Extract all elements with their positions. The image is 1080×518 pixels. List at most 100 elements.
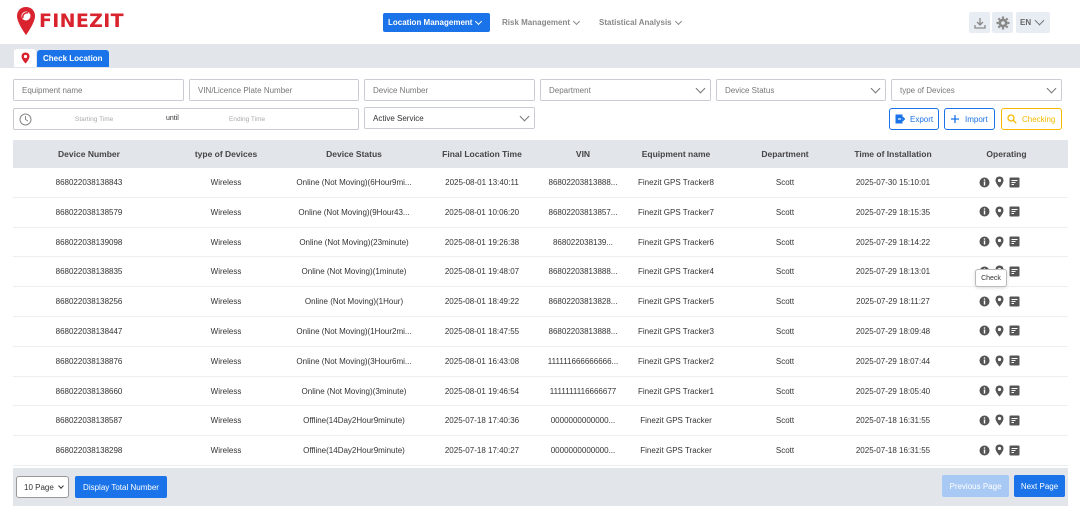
start-time-input[interactable]: Starting Time <box>75 116 113 123</box>
cell-installation-time: 2025-07-29 18:09:48 <box>855 326 931 336</box>
language-select[interactable]: EN <box>1016 12 1050 33</box>
cell-vin: 868022038139... <box>552 237 614 247</box>
cell-device-type: Wireless <box>210 207 242 217</box>
track-icon[interactable] <box>1009 355 1020 366</box>
table-row: 868022038138447 Wireless Online (Not Movin… <box>13 317 1068 347</box>
track-icon[interactable] <box>1009 445 1020 456</box>
nav-risk-management[interactable]: Risk Management <box>502 13 581 32</box>
info-icon[interactable] <box>979 445 990 456</box>
location-pin-icon[interactable] <box>995 385 1004 397</box>
cell-installation-time: 2025-07-18 16:31:55 <box>855 416 931 426</box>
location-pin-icon[interactable] <box>995 325 1004 337</box>
checking-button[interactable]: Checking <box>1001 108 1062 130</box>
page-size-select[interactable]: 10 Page <box>16 476 69 498</box>
table-row: 868022038138843 Wireless Online (Not Movin… <box>13 168 1068 198</box>
cell-device-type: Wireless <box>210 326 242 336</box>
column-header-vin[interactable]: VIN <box>543 140 623 168</box>
device-type-select[interactable]: type of Devices <box>891 79 1062 101</box>
cell-device-number: 868022038138876 <box>55 356 123 366</box>
column-header-installation-time[interactable]: Time of Installation <box>841 140 945 168</box>
cell-equipment-name: Finezit GPS Tracker8 <box>637 178 715 187</box>
info-icon[interactable] <box>979 296 990 307</box>
end-time-input[interactable]: Ending Time <box>229 116 265 123</box>
track-icon[interactable] <box>1009 206 1020 217</box>
cell-final-location-time: 2025-07-18 17:40:27 <box>444 446 520 456</box>
info-icon[interactable] <box>979 236 990 247</box>
placeholder: type of Devices <box>900 85 955 95</box>
info-icon[interactable] <box>979 206 990 217</box>
nav-statistical-analysis[interactable]: Statistical Analysis <box>599 13 682 32</box>
cell-final-location-time: 2025-08-01 19:48:07 <box>444 267 520 277</box>
location-pin-icon[interactable] <box>995 176 1004 188</box>
row-actions <box>979 444 1020 456</box>
pagination-bar <box>13 468 1068 506</box>
column-header-device-number[interactable]: Device Number <box>13 140 165 168</box>
location-pin-icon[interactable] <box>995 236 1004 248</box>
cell-department: Scott <box>775 446 795 456</box>
device-status-select[interactable]: Device Status <box>716 79 886 101</box>
settings-button[interactable] <box>992 12 1013 33</box>
track-icon[interactable] <box>1009 266 1020 277</box>
track-icon[interactable] <box>1009 385 1020 396</box>
cell-equipment-name: Finezit GPS Tracker <box>640 416 712 426</box>
info-icon[interactable] <box>979 415 990 426</box>
vin-input[interactable]: VIN/Licence Plate Number <box>189 79 359 101</box>
cell-device-type: Wireless <box>210 178 242 187</box>
selected-value: Active Service <box>373 113 424 123</box>
cell-final-location-time: 2025-08-01 16:43:08 <box>444 356 520 366</box>
location-pin-icon[interactable] <box>995 206 1004 218</box>
display-total-button[interactable]: Display Total Number <box>75 476 167 498</box>
info-icon[interactable] <box>979 355 990 366</box>
previous-page-button[interactable]: Previous Page <box>942 475 1009 497</box>
cell-device-status: Offline(14Day2Hour9minute) <box>303 416 405 426</box>
brand-pin-icon <box>17 7 35 35</box>
location-pin-icon[interactable] <box>995 414 1004 426</box>
tab-check-location[interactable]: Check Location <box>37 50 109 67</box>
equipment-name-input[interactable]: Equipment name <box>13 79 184 101</box>
cell-device-status: Online (Not Moving)(3minute) <box>301 386 407 396</box>
range-separator: until <box>166 115 179 122</box>
cell-vin: 111111666666666... <box>547 356 619 366</box>
column-header-equipment-name[interactable]: Equipment name <box>623 140 729 168</box>
location-pin-icon[interactable] <box>995 355 1004 367</box>
column-header-device-status[interactable]: Device Status <box>287 140 421 168</box>
track-icon[interactable] <box>1009 415 1020 426</box>
service-select[interactable]: Active Service <box>364 107 535 129</box>
chevron-down-icon <box>674 17 682 25</box>
cell-device-number: 868022038138256 <box>55 297 123 307</box>
cell-vin: 86802203813857... <box>548 207 618 217</box>
placeholder: Department <box>549 85 591 95</box>
table-header: Device Number type of Devices Device Sta… <box>13 140 1068 168</box>
info-icon[interactable] <box>979 177 990 188</box>
department-select[interactable]: Department <box>540 79 711 101</box>
track-icon[interactable] <box>1009 296 1020 307</box>
time-range-picker[interactable]: Starting Time until Ending Time <box>13 108 359 130</box>
column-header-operating: Operating <box>986 149 1027 159</box>
cell-department: Scott <box>775 207 795 217</box>
export-button[interactable]: Export <box>889 108 939 130</box>
download-button[interactable] <box>969 12 990 33</box>
cell-department: Scott <box>775 326 795 336</box>
track-icon[interactable] <box>1009 325 1020 336</box>
next-page-button[interactable]: Next Page <box>1014 475 1065 497</box>
nav-location-management[interactable]: Location Management <box>383 13 491 32</box>
row-actions <box>979 236 1020 248</box>
import-button[interactable]: Import <box>944 108 995 130</box>
import-label: Import <box>965 114 988 124</box>
column-header-final-location-time[interactable]: Final Location Time <box>421 140 543 168</box>
track-icon[interactable] <box>1009 177 1020 188</box>
location-pin-icon[interactable] <box>995 295 1004 307</box>
column-header-department[interactable]: Department <box>729 140 841 168</box>
location-pin-icon[interactable] <box>995 444 1004 456</box>
info-icon[interactable] <box>979 325 990 336</box>
column-header-device-type[interactable]: type of Devices <box>165 140 287 168</box>
info-icon[interactable] <box>979 385 990 396</box>
device-number-input[interactable]: Device Number <box>364 79 535 101</box>
tab-home[interactable] <box>14 49 36 67</box>
row-actions <box>979 206 1020 218</box>
tab-bar: Check Location <box>0 44 1080 68</box>
track-icon[interactable] <box>1009 236 1020 247</box>
cell-device-status: Online (Not Moving)(6Hour9mi... <box>296 178 412 187</box>
cell-equipment-name: Finezit GPS Tracker6 <box>637 237 715 247</box>
table-row: 868022038138660 Wireless Online (Not Movin… <box>13 377 1068 407</box>
